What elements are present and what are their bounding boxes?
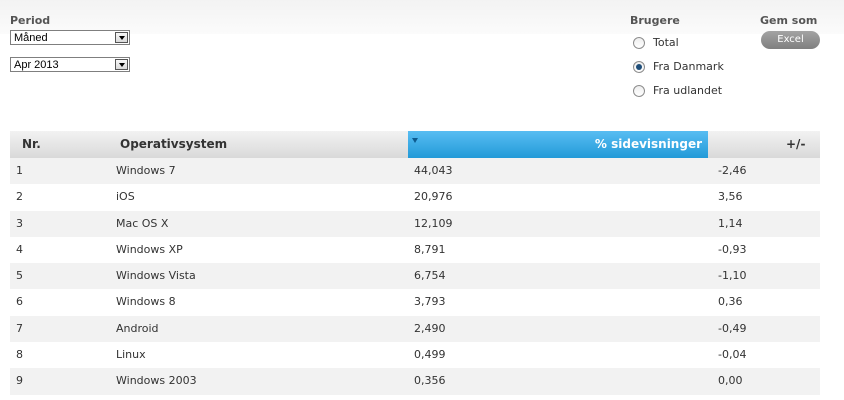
- top-band: [0, 0, 844, 34]
- excel-export-button[interactable]: Excel: [761, 31, 820, 49]
- cell-nr: 2: [16, 190, 23, 204]
- cell-change: -0,93: [718, 242, 747, 256]
- cell-change: -2,46: [718, 164, 747, 177]
- table-row: 6 Windows 8 3,793 0,36: [10, 289, 820, 316]
- column-header-pct[interactable]: % sidevisninger: [408, 131, 708, 158]
- table-header: Nr. Operativsystem % sidevisninger +/-: [10, 131, 820, 158]
- cell-change: -0,04: [718, 348, 747, 362]
- table-row: 4 Windows XP 8,791 -0,93: [10, 236, 820, 264]
- cell-pct: 2,490: [414, 321, 446, 335]
- cell-nr: 4: [16, 242, 23, 256]
- table-row: 8 Linux 0,499 -0,04: [10, 342, 820, 369]
- cell-nr: 5: [16, 269, 23, 283]
- cell-os: iOS: [116, 190, 135, 204]
- cell-os: Windows 7: [116, 164, 176, 177]
- cell-change: -0,49: [718, 321, 747, 335]
- cell-nr: 9: [16, 374, 23, 388]
- cell-os: Windows Vista: [116, 269, 196, 283]
- table-row: 9 Windows 2003 0,356 0,00: [10, 368, 820, 395]
- cell-pct: 12,109: [414, 216, 453, 230]
- cell-pct: 0,499: [414, 348, 446, 362]
- cell-change: 0,00: [718, 374, 743, 388]
- column-header-change[interactable]: +/-: [786, 131, 805, 158]
- radio-label: Fra udlandet: [653, 84, 723, 97]
- sort-desc-icon: [412, 138, 418, 143]
- cell-nr: 7: [16, 321, 23, 335]
- cell-change: 3,56: [718, 190, 743, 204]
- radio-label: Total: [653, 36, 679, 49]
- table-body: 1 Windows 7 44,043 -2,46 2 iOS 20,976 3,56 3 Mac …: [10, 158, 820, 395]
- column-header-os[interactable]: Operativsystem: [120, 131, 227, 158]
- month-select[interactable]: Apr 2013: [10, 57, 130, 72]
- granularity-value: Måned: [14, 32, 48, 44]
- users-label: Brugere: [630, 14, 680, 27]
- chevron-down-icon[interactable]: [115, 59, 128, 70]
- cell-os: Windows 8: [116, 295, 176, 309]
- radio-button[interactable]: [633, 85, 645, 97]
- cell-os: Mac OS X: [116, 216, 169, 230]
- cell-pct: 20,976: [414, 190, 453, 204]
- period-label: Period: [10, 14, 51, 27]
- cell-os: Windows XP: [116, 242, 183, 256]
- cell-change: 1,14: [718, 216, 743, 230]
- cell-nr: 1: [16, 164, 23, 177]
- table-row: 5 Windows Vista 6,754 -1,10: [10, 263, 820, 290]
- cell-os: Linux: [116, 348, 146, 362]
- table-row: 7 Android 2,490 -0,49: [10, 315, 820, 343]
- cell-nr: 8: [16, 348, 23, 362]
- export-label: Gem som: [760, 14, 818, 27]
- radio-button-checked[interactable]: [633, 61, 645, 73]
- cell-os: Windows 2003: [116, 374, 197, 388]
- cell-change: 0,36: [718, 295, 743, 309]
- month-value: Apr 2013: [14, 59, 59, 71]
- cell-pct: 8,791: [414, 242, 446, 256]
- table-row: 3 Mac OS X 12,109 1,14: [10, 210, 820, 237]
- cell-pct: 0,356: [414, 374, 446, 388]
- table-row: 2 iOS 20,976 3,56: [10, 184, 820, 211]
- cell-change: -1,10: [718, 269, 747, 283]
- cell-pct: 3,793: [414, 295, 446, 309]
- chevron-down-icon[interactable]: [115, 32, 128, 43]
- cell-pct: 6,754: [414, 269, 446, 283]
- granularity-select[interactable]: Måned: [10, 30, 130, 45]
- cell-os: Android: [116, 321, 159, 335]
- column-header-pct-label: % sidevisninger: [594, 137, 702, 151]
- radio-button[interactable]: [633, 37, 645, 49]
- radio-label: Fra Danmark: [653, 60, 724, 73]
- table-row: 1 Windows 7 44,043 -2,46: [10, 158, 820, 185]
- column-header-nr[interactable]: Nr.: [22, 131, 41, 158]
- cell-nr: 6: [16, 295, 23, 309]
- cell-pct: 44,043: [414, 164, 453, 177]
- cell-nr: 3: [16, 216, 23, 230]
